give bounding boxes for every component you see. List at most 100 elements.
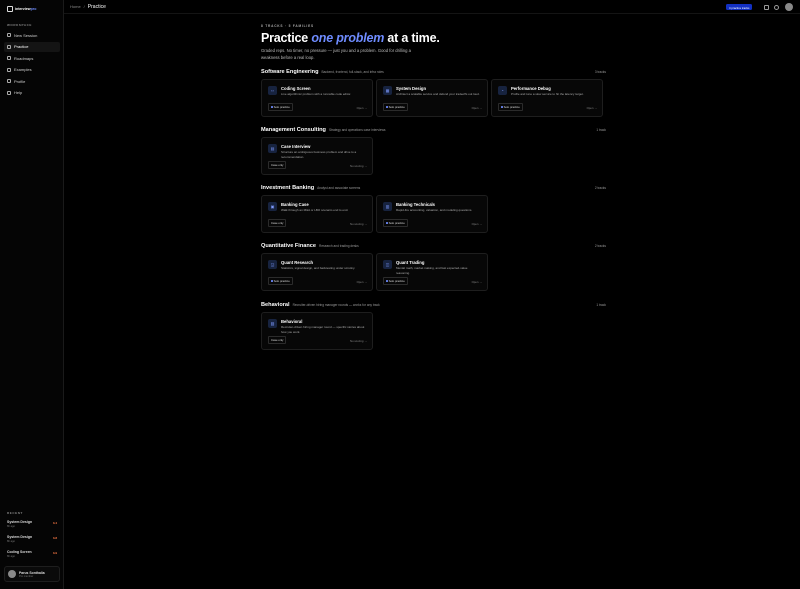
sidebar-item-label: Profile: [14, 78, 26, 84]
recent-label: RECENT: [7, 511, 23, 515]
section-software-engineering: Software Engineering Backend, frontend, f…: [261, 69, 606, 119]
card-title: Banking Case: [281, 202, 309, 207]
doc-icon: ▥: [383, 202, 392, 211]
card-open-link[interactable]: No scoring →: [350, 339, 367, 343]
card-open-link[interactable]: No scoring →: [350, 222, 367, 226]
section-title: Investment Banking: [261, 185, 315, 191]
track-card[interactable]: ▤ Case Interview Structure an ambiguous …: [261, 137, 373, 175]
breadcrumb: Home / Practice: [70, 4, 106, 10]
recent-session-title: System Design: [7, 535, 33, 539]
card-desc: Profile and tune a slow service to hit t…: [511, 92, 584, 96]
section-desc: Analyst and associate screens: [317, 186, 361, 190]
sidebar-item-examples[interactable]: Examples: [4, 65, 60, 75]
track-card[interactable]: ◔ Performance Debug Profile and tune a s…: [491, 79, 603, 117]
recent-session-time: 8h ago: [7, 554, 15, 558]
practice-credits-button[interactable]: 4 practice tracks: [726, 4, 753, 10]
sidebar-item-label: Examples: [14, 67, 32, 72]
card-desc: Structure an ambiguous business problem …: [281, 150, 357, 159]
sidebar-item-practice[interactable]: Practice: [4, 41, 60, 52]
section-title: Behavioral: [261, 302, 290, 308]
card-desc: Mental math, market making, and fast exp…: [396, 266, 468, 275]
section-desc: Recruiter-driven hiring manager rounds —…: [292, 303, 380, 307]
track-card[interactable]: ◲ Quant Research Statistics, signal desi…: [261, 253, 373, 291]
breadcrumb-home[interactable]: Home: [70, 4, 81, 10]
sidebar-item-label: New Session: [14, 32, 38, 38]
help-icon[interactable]: [774, 4, 779, 10]
behavioral-icon: ▧: [268, 319, 277, 328]
breadcrumb-separator: /: [83, 4, 85, 9]
section-behavioral: Behavioral Recruiter-driven hiring manage…: [261, 302, 606, 352]
status-badge: Solo practice: [383, 219, 408, 227]
recent-session-score: 3.4: [52, 521, 57, 525]
logo-mark-icon: [7, 6, 13, 12]
plus-icon: [7, 33, 11, 37]
section-count: 1 track: [596, 128, 606, 132]
card-desc: Live algorithmic problem with a runnable…: [281, 92, 352, 96]
page-header: 8 TRACKS · 5 FAMILIES Practice one probl…: [261, 24, 606, 62]
section-count: 3 tracks: [594, 70, 606, 74]
track-card[interactable]: ◫ Quant Trading Mental math, market maki…: [376, 253, 488, 291]
book-icon: [7, 67, 11, 72]
track-card[interactable]: ▣ Banking Case Walk through an M&A or LB…: [261, 195, 373, 233]
sidebar: interviewpro WORKSPACE New Session Pract…: [0, 0, 64, 589]
sidebar-item-profile[interactable]: Profile: [4, 76, 60, 86]
user-plan: Pro member: [19, 574, 34, 578]
section-desc: Strategy and operations case interviews: [328, 128, 386, 132]
section-management-consulting: Management Consulting Strategy and operat…: [261, 127, 606, 177]
research-icon: ◲: [268, 260, 277, 269]
section-desc: Backend, frontend, full-stack, and infra…: [321, 70, 384, 74]
status-badge: Case only: [268, 161, 287, 169]
card-open-link[interactable]: Open →: [587, 106, 597, 110]
status-badge: Case only: [268, 219, 287, 227]
map-icon: [7, 56, 11, 60]
sidebar-item-label: Practice: [14, 44, 29, 49]
chart-icon: ▤: [268, 144, 277, 153]
status-badge: Solo practice: [268, 103, 293, 111]
sidebar-item-label: Roadmaps: [14, 55, 34, 61]
track-card[interactable]: ▦ System Design Architect a scalable ser…: [376, 79, 488, 117]
app-logo[interactable]: interviewpro: [7, 6, 36, 12]
avatar: [8, 570, 16, 578]
page-title: Practice one problem at a time.: [261, 31, 440, 45]
help-icon: [7, 90, 11, 95]
section-investment-banking: Investment Banking Analyst and associate …: [261, 185, 606, 235]
status-badge: Solo practice: [268, 277, 293, 285]
recent-session-score: 3.9: [52, 551, 57, 555]
card-desc: Architect a scalable service and defend …: [396, 92, 480, 96]
topbar: Home / Practice 4 practice tracks: [64, 0, 800, 14]
chat-icon[interactable]: [764, 4, 769, 10]
sidebar-nav: New Session Practice Roadmaps Examples P…: [4, 30, 60, 99]
recent-session[interactable]: System Design 8h ago 3.8: [7, 535, 57, 543]
recent-session-time: 8h ago: [7, 539, 15, 543]
bank-icon: ▣: [268, 202, 277, 211]
sidebar-item-help[interactable]: Help: [4, 88, 60, 98]
section-desc: Research and trading desks: [319, 244, 359, 248]
track-card[interactable]: ▥ Banking Technicals Rapid-fire accounti…: [376, 195, 488, 233]
user-icon: [7, 79, 11, 83]
track-card[interactable]: ‹› Coding Screen Live algorithmic proble…: [261, 79, 373, 117]
recent-session-score: 3.8: [52, 536, 57, 540]
card-desc: Recruiter-driven hiring manager round — …: [281, 325, 365, 334]
workspace-label: WORKSPACE: [7, 23, 33, 27]
card-open-link[interactable]: Open →: [472, 280, 482, 284]
avatar[interactable]: [785, 3, 793, 11]
section-title: Quantitative Finance: [261, 243, 317, 249]
card-title: Coding Screen: [281, 86, 311, 91]
card-open-link[interactable]: Open →: [472, 222, 482, 226]
recent-session[interactable]: Coding Screen 8h ago 3.9: [7, 550, 57, 558]
sidebar-item-roadmaps[interactable]: Roadmaps: [4, 53, 60, 63]
card-open-link[interactable]: Open →: [357, 106, 367, 110]
card-title: System Design: [396, 86, 427, 91]
status-badge: Solo practice: [498, 103, 523, 111]
track-card[interactable]: ▧ Behavioral Recruiter-driven hiring man…: [261, 312, 373, 350]
recent-session[interactable]: System Design 8h ago 3.4: [7, 520, 57, 528]
recent-session-title: Coding Screen: [7, 550, 32, 554]
card-desc: Walk through an M&A or LBO scenario end …: [281, 208, 349, 212]
section-count: 1 track: [596, 303, 606, 307]
card-open-link[interactable]: Open →: [357, 280, 367, 284]
recent-session-title: System Design: [7, 520, 33, 524]
card-open-link[interactable]: No scoring →: [350, 164, 367, 168]
user-card[interactable]: Parus Sonthalia Pro member: [4, 566, 60, 582]
sidebar-item-new-session[interactable]: New Session: [4, 30, 60, 40]
card-open-link[interactable]: Open →: [472, 106, 482, 110]
